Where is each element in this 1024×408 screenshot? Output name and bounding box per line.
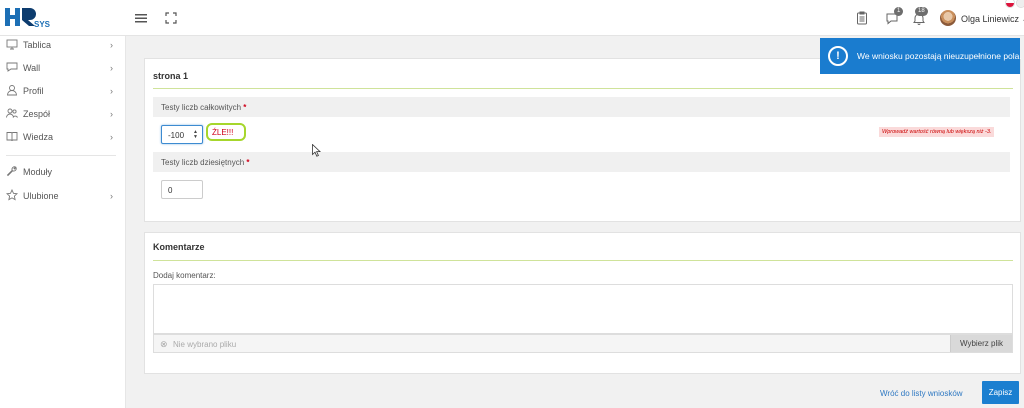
hrsys-logo[interactable]: SYS (4, 6, 60, 30)
decimal-input-value: 0 (168, 186, 173, 195)
field-label-row: Testy liczb całkowitych * (153, 97, 1010, 117)
no-file-text: Nie wybrano pliku (173, 340, 237, 349)
file-upload-bar[interactable]: ⊗ Nie wybrano pliku Wybierz plik (153, 334, 1013, 353)
sidebar-item-profil[interactable]: Profil › (0, 83, 126, 99)
hamburger-menu-icon[interactable] (134, 11, 148, 25)
number-spinner-icon[interactable]: ▲ ▼ (193, 130, 198, 140)
comment-textarea[interactable] (153, 284, 1013, 334)
chevron-right-icon: › (110, 109, 113, 119)
chevron-right-icon: › (110, 132, 113, 142)
sidebar-item-wiedza[interactable]: Wiedza › (0, 129, 126, 145)
field-label-text: Testy liczb całkowitych (161, 103, 242, 112)
add-comment-label: Dodaj komentarz: (153, 271, 216, 280)
monitor-icon (6, 38, 18, 50)
sidebar-item-zespol[interactable]: Zespół › (0, 106, 126, 122)
sidebar-item-moduly[interactable]: Moduły (0, 164, 126, 180)
section-title: strona 1 (153, 71, 189, 81)
chevron-right-icon: › (110, 86, 113, 96)
sidebar-item-label: Profil (23, 86, 44, 96)
field-label-integer: Testy liczb całkowitych * (161, 103, 246, 112)
section-divider (153, 88, 1013, 89)
error-hint: Wprowadź wartość równą lub większą niż -… (879, 127, 995, 137)
avatar[interactable] (940, 10, 956, 26)
integer-number-input[interactable]: -100 ▲ ▼ (161, 125, 203, 144)
save-button[interactable]: Zapisz (982, 381, 1019, 404)
attachment-icon: ⊗ (160, 339, 168, 349)
star-icon (5, 188, 19, 201)
sidebar-item-label: Wall (23, 63, 41, 73)
sidebar-item-label: Ulubione (23, 191, 59, 201)
comments-title: Komentarze (153, 242, 205, 252)
svg-text:SYS: SYS (34, 20, 51, 29)
sidebar-item-ulubione[interactable]: Ulubione › (0, 188, 126, 204)
language-flag-pl[interactable] (1005, 0, 1015, 8)
sidebar-item-wall[interactable]: Wall › (0, 60, 126, 76)
book-icon (6, 130, 18, 142)
validation-status-box: ŹLE!!! (206, 123, 246, 141)
field-label-row: Testy liczb dziesiętnych * (153, 152, 1010, 172)
chevron-right-icon: › (110, 63, 113, 73)
sidebar: Tablica › Wall › Profil › Zespół › Wiedz… (0, 36, 126, 408)
sidebar-item-label: Zespół (23, 109, 51, 119)
user-icon (6, 84, 18, 96)
exclamation-icon: ! (828, 46, 848, 66)
top-bar: SYS 1 18 Olga Liniewicz ⌄ (0, 0, 1024, 36)
chat-bubble-icon (6, 61, 18, 73)
sidebar-item-label: Wiedza (23, 132, 54, 142)
decimal-number-input[interactable]: 0 (161, 180, 203, 199)
messages-count-badge: 1 (894, 7, 904, 16)
integer-input-value: -100 (168, 131, 185, 140)
user-menu[interactable]: Olga Liniewicz ⌄ (961, 14, 1024, 25)
field-label-text: Testy liczb dziesiętnych (161, 158, 245, 167)
clipboard-icon[interactable] (855, 11, 869, 25)
field-label-decimal: Testy liczb dziesiętnych * (161, 158, 250, 167)
team-icon (6, 107, 18, 119)
sidebar-divider (6, 155, 116, 156)
back-to-list-link[interactable]: Wróć do listy wniosków (880, 389, 963, 398)
mouse-cursor-icon (312, 143, 322, 157)
notifications-count-badge: 18 (915, 7, 928, 16)
required-marker: * (243, 103, 247, 112)
sidebar-item-label: Moduły (23, 167, 53, 177)
form-section-panel: strona 1 Testy liczb całkowitych * -100 … (144, 58, 1021, 222)
comments-panel: Komentarze Dodaj komentarz: ⊗ Nie wybran… (144, 232, 1021, 374)
chevron-right-icon: › (110, 191, 113, 201)
required-marker: * (246, 158, 250, 167)
validation-status-text: ŹLE!!! (212, 128, 234, 137)
chevron-right-icon: › (110, 40, 113, 50)
language-flag-en[interactable] (1016, 0, 1024, 8)
toast-message: We wniosku pozostają nieuzupełnione pola… (857, 51, 1022, 61)
sidebar-item-label: Tablica (23, 40, 52, 50)
choose-file-button[interactable]: Wybierz plik (950, 335, 1012, 352)
warning-toast[interactable]: ! We wniosku pozostają nieuzupełnione po… (820, 38, 1022, 74)
sidebar-item-tablica[interactable]: Tablica › (0, 37, 126, 53)
wrench-icon (6, 165, 18, 177)
user-name: Olga Liniewicz (961, 14, 1020, 24)
fullscreen-icon[interactable] (164, 11, 178, 25)
comments-divider (153, 260, 1013, 261)
